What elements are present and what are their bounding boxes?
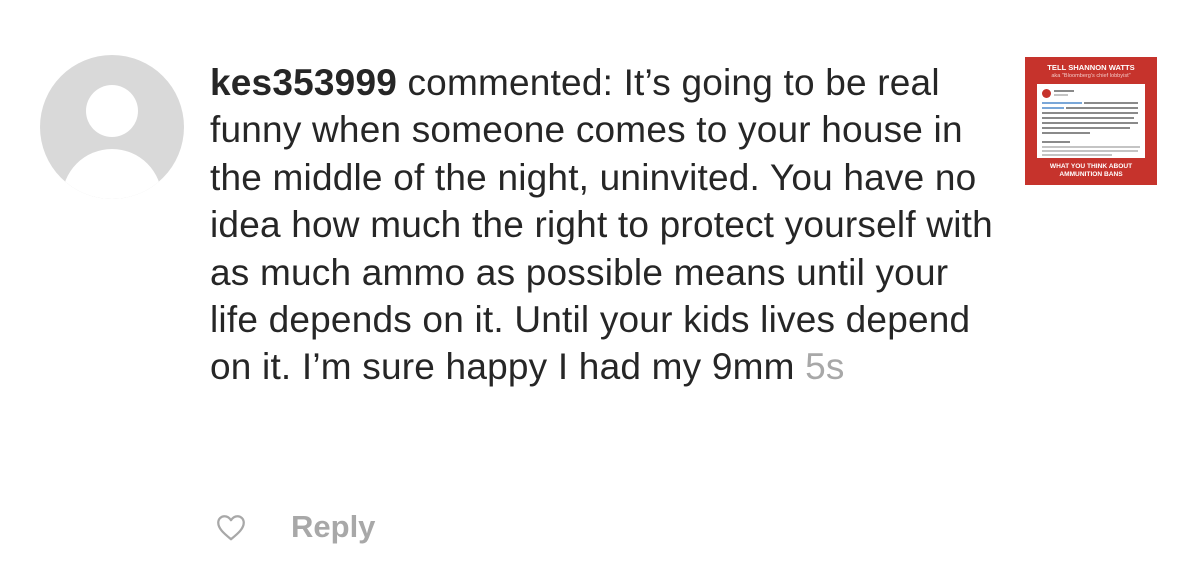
comment-timestamp: 5s — [805, 346, 845, 388]
comment-verb: commented: — [397, 62, 624, 103]
thumbnail-tweet-image — [1037, 84, 1145, 158]
user-avatar[interactable] — [40, 55, 184, 199]
tweet-avatar — [1042, 89, 1051, 98]
thumbnail-title: TELL SHANNON WATTS — [1047, 63, 1135, 72]
thumbnail-subtitle: aka "Bloomberg's chief lobbyist" — [1051, 73, 1131, 79]
reply-button[interactable]: Reply — [291, 509, 375, 545]
comment-text: kes353999 commented: It’s going to be re… — [210, 59, 1000, 391]
thumbnail-footer-line1: WHAT YOU THINK ABOUT — [1049, 163, 1133, 170]
comment-actions: Reply — [214, 505, 375, 549]
like-button[interactable] — [214, 510, 248, 544]
comment-username[interactable]: kes353999 — [210, 62, 397, 103]
comment-body: It’s going to be real funny when someone… — [210, 62, 993, 388]
thumbnail-footer: WHAT YOU THINK ABOUT AMMUNITION BANS — [1025, 163, 1157, 179]
heart-outline-icon — [217, 515, 245, 541]
avatar-placeholder-head — [86, 85, 138, 137]
thumbnail-footer-line2: AMMUNITION BANS — [1059, 171, 1123, 178]
avatar-placeholder-body — [62, 149, 162, 199]
post-thumbnail[interactable]: TELL SHANNON WATTS aka "Bloomberg's chie… — [1025, 57, 1157, 185]
